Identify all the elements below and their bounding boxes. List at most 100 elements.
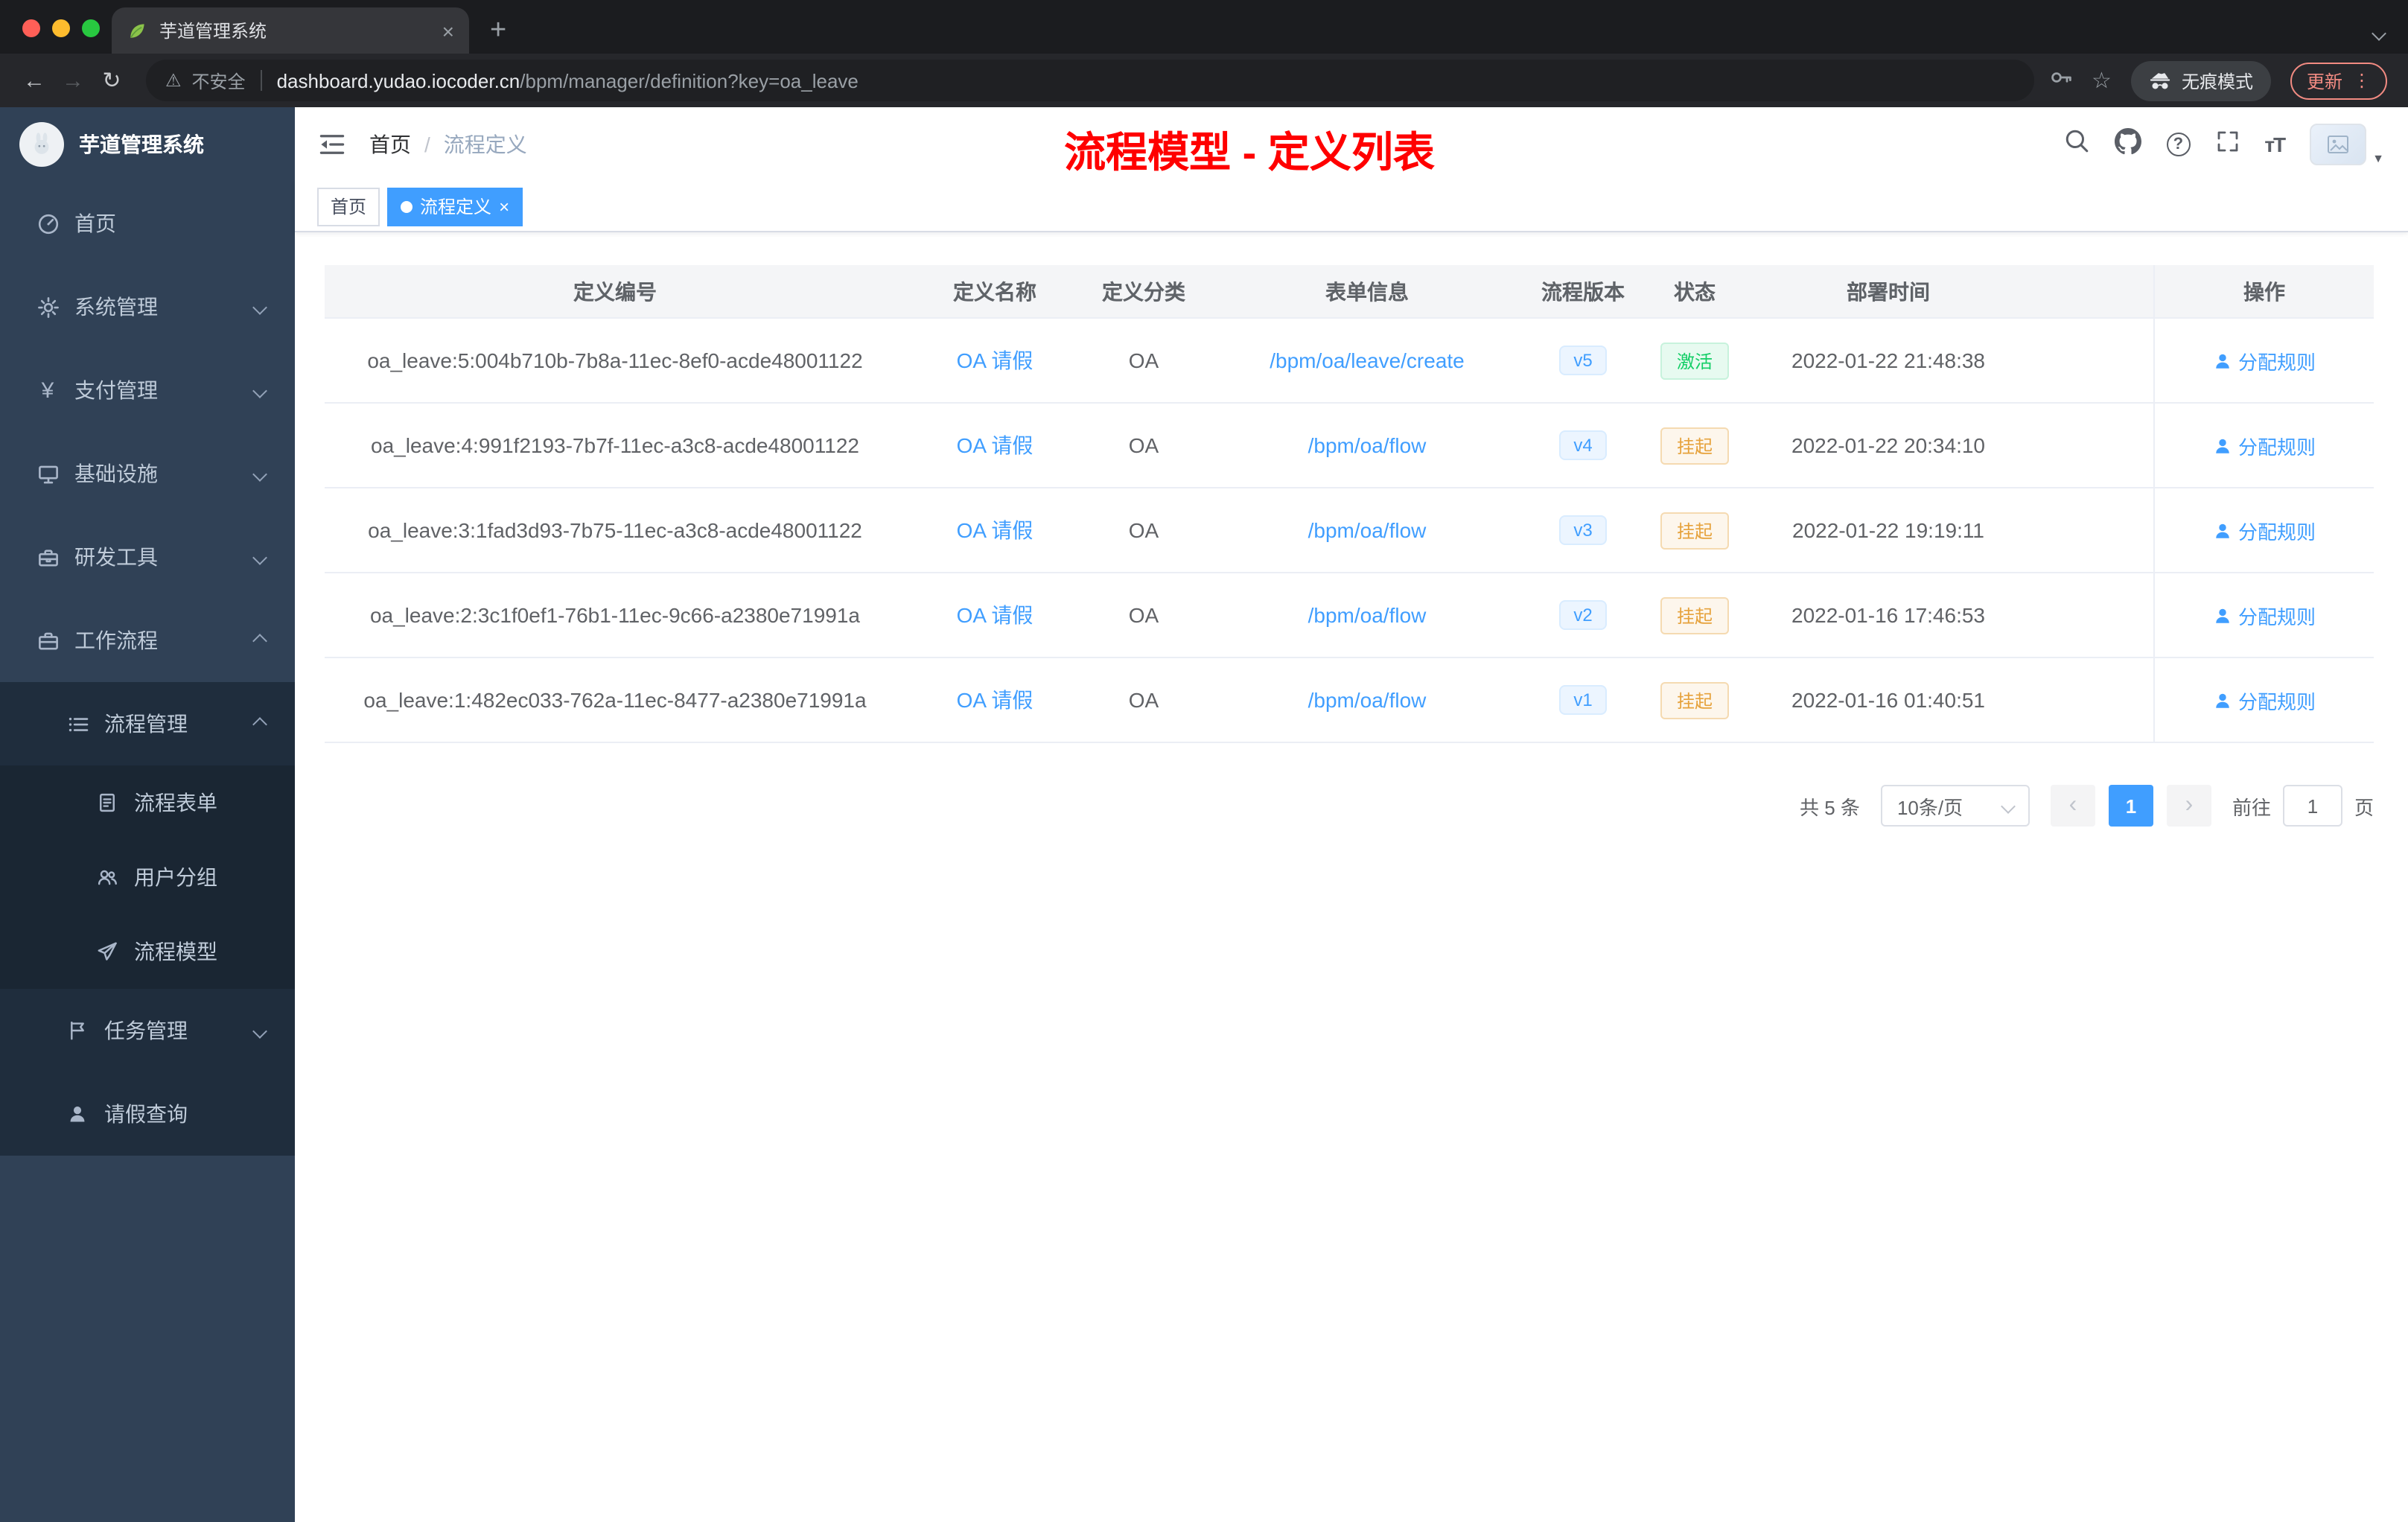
page-size-select[interactable]: 10条/页 [1880, 785, 2030, 827]
version-badge[interactable]: v5 [1558, 346, 1608, 375]
browser-menu-dots-icon[interactable]: ⋮ [2353, 70, 2371, 91]
sidebar-item-label: 流程管理 [104, 712, 188, 736]
deploy-time: 2022-01-22 21:48:38 [1791, 348, 1985, 372]
assign-rule-button[interactable]: 分配规则 [2213, 601, 2316, 629]
form-link[interactable]: /bpm/oa/leave/create [1270, 348, 1465, 372]
definition-category: OA [1128, 348, 1159, 372]
chevron-down-icon [252, 1023, 267, 1038]
help-icon[interactable]: ? [2166, 133, 2191, 156]
assign-rule-button[interactable]: 分配规则 [2213, 431, 2316, 459]
content-area: 首页 / 流程定义 流程模型 - 定义列表 ? тT ▼ 首页 流程定义 × 定… [295, 107, 2408, 1522]
status-badge: 激活 [1660, 342, 1729, 379]
sidebar-item-system[interactable]: 系统管理 [0, 265, 295, 348]
sidebar-item-home[interactable]: 首页 [0, 182, 295, 265]
sidebar-item-devtools[interactable]: 研发工具 [0, 515, 295, 599]
assign-rule-button[interactable]: 分配规则 [2213, 516, 2316, 544]
close-window-button[interactable] [22, 19, 40, 37]
breadcrumb-home[interactable]: 首页 [369, 130, 411, 159]
page-size-value: 10条/页 [1896, 796, 1963, 818]
sidebar-item-task-management[interactable]: 任务管理 [0, 989, 295, 1072]
version-badge[interactable]: v1 [1558, 685, 1608, 715]
sidebar-collapse-icon[interactable] [319, 131, 345, 158]
sidebar-item-workflow[interactable]: 工作流程 [0, 599, 295, 682]
update-chip[interactable]: 更新 ⋮ [2290, 62, 2387, 99]
definition-name-link[interactable]: OA 请假 [957, 600, 1033, 630]
sidebar-item-infrastructure[interactable]: 基础设施 [0, 432, 295, 515]
goto-page-input[interactable] [2282, 785, 2342, 827]
version-badge[interactable]: v3 [1558, 515, 1608, 545]
users-icon [95, 865, 119, 889]
action-label: 分配规则 [2237, 436, 2316, 458]
not-secure-warning-icon: ⚠ [165, 70, 182, 91]
search-icon[interactable] [2063, 128, 2089, 161]
definition-id: oa_leave:1:482ec033-762a-11ec-8477-a2380… [363, 688, 867, 712]
current-page-button[interactable]: 1 [2108, 785, 2153, 827]
breadcrumb-current: 流程定义 [443, 133, 527, 156]
definition-table: 定义编号 定义名称 定义分类 表单信息 流程版本 状态 部署时间 操作 oa_l… [325, 265, 2374, 743]
sidebar-item-payment[interactable]: ¥ 支付管理 [0, 348, 295, 432]
tag-label: 首页 [331, 197, 367, 217]
definition-name-link[interactable]: OA 请假 [957, 430, 1033, 460]
page-url: dashboard.yudao.iocoder.cn/bpm/manager/d… [277, 69, 859, 92]
definition-name-link[interactable]: OA 请假 [957, 346, 1033, 375]
reload-button[interactable]: ↻ [92, 67, 131, 94]
page-annotation: 流程模型 - 定义列表 [1064, 130, 1435, 176]
definition-name-link[interactable]: OA 请假 [957, 515, 1033, 545]
form-link[interactable]: /bpm/oa/flow [1308, 688, 1427, 712]
assign-rule-button[interactable]: 分配规则 [2213, 346, 2316, 375]
tag-process-definition[interactable]: 流程定义 × [387, 187, 523, 226]
table-row: oa_leave:3:1fad3d93-7b75-11ec-a3c8-acde4… [325, 488, 2374, 573]
font-size-icon[interactable]: тT [2264, 133, 2286, 156]
form-link[interactable]: /bpm/oa/flow [1308, 433, 1427, 457]
cell-spacer [2022, 573, 2153, 657]
tag-home[interactable]: 首页 [317, 187, 380, 226]
assign-rule-button[interactable]: 分配规则 [2213, 686, 2316, 714]
sidebar-item-user-groups[interactable]: 用户分组 [0, 840, 295, 914]
tag-close-icon[interactable]: × [499, 197, 509, 215]
prev-page-button[interactable]: ‹ [2050, 785, 2095, 827]
form-icon [95, 791, 119, 815]
github-icon[interactable] [2114, 127, 2141, 162]
page-unit-label: 页 [2354, 796, 2374, 818]
new-tab-button[interactable]: + [490, 16, 506, 45]
forward-button[interactable]: → [54, 68, 92, 93]
navbar-actions: ? тT ▼ [2063, 124, 2384, 165]
version-badge[interactable]: v4 [1558, 430, 1608, 460]
fullscreen-icon[interactable] [2215, 129, 2239, 160]
cell-spacer [2022, 658, 2153, 742]
sidebar: 芋道管理系统 首页 系统管理 ¥ 支付管理 基础设施 研发工具 工作流程 流程管… [0, 107, 295, 1522]
table-row: oa_leave:4:991f2193-7b7f-11ec-a3c8-acde4… [325, 404, 2374, 488]
status-badge: 挂起 [1660, 427, 1729, 464]
form-link[interactable]: /bpm/oa/flow [1308, 518, 1427, 542]
security-label: 不安全 [191, 71, 246, 92]
sidebar-item-label: 请假查询 [104, 1102, 188, 1126]
tab-search-icon[interactable] [2372, 19, 2386, 46]
form-link[interactable]: /bpm/oa/flow [1308, 603, 1427, 627]
sidebar-item-process-model[interactable]: 流程模型 [0, 914, 295, 989]
sidebar-item-label: 流程模型 [134, 940, 217, 964]
address-bar[interactable]: ⚠ 不安全 dashboard.yudao.iocoder.cn/bpm/man… [146, 60, 2034, 101]
definition-category: OA [1128, 688, 1159, 712]
minimize-window-button[interactable] [52, 19, 70, 37]
sidebar-item-leave-query[interactable]: 请假查询 [0, 1072, 295, 1156]
tab-close-icon[interactable]: × [442, 20, 454, 41]
deploy-time: 2022-01-22 19:19:11 [1792, 518, 1984, 542]
password-key-icon[interactable] [2048, 65, 2072, 96]
zoom-window-button[interactable] [82, 19, 100, 37]
version-badge[interactable]: v2 [1558, 600, 1608, 630]
page-jumper: 前往 页 [2232, 785, 2374, 827]
bookmark-star-icon[interactable]: ☆ [2092, 67, 2112, 94]
sidebar-item-process-form[interactable]: 流程表单 [0, 765, 295, 840]
favicon-leaf-icon [130, 23, 144, 37]
browser-tab[interactable]: 芋道管理系统 × [112, 7, 469, 54]
chevron-down-icon [252, 383, 267, 398]
sidebar-item-process-management[interactable]: 流程管理 [0, 682, 295, 765]
avatar[interactable] [2310, 124, 2367, 165]
total-count: 共 5 条 [1800, 796, 1860, 818]
user-avatar-menu[interactable]: ▼ [2310, 124, 2384, 165]
back-button[interactable]: ← [15, 68, 54, 93]
next-page-button[interactable]: › [2166, 785, 2211, 827]
pager-buttons: ‹ 1 › [2050, 785, 2211, 827]
definition-name-link[interactable]: OA 请假 [957, 685, 1033, 715]
sidebar-item-label: 系统管理 [74, 295, 158, 319]
